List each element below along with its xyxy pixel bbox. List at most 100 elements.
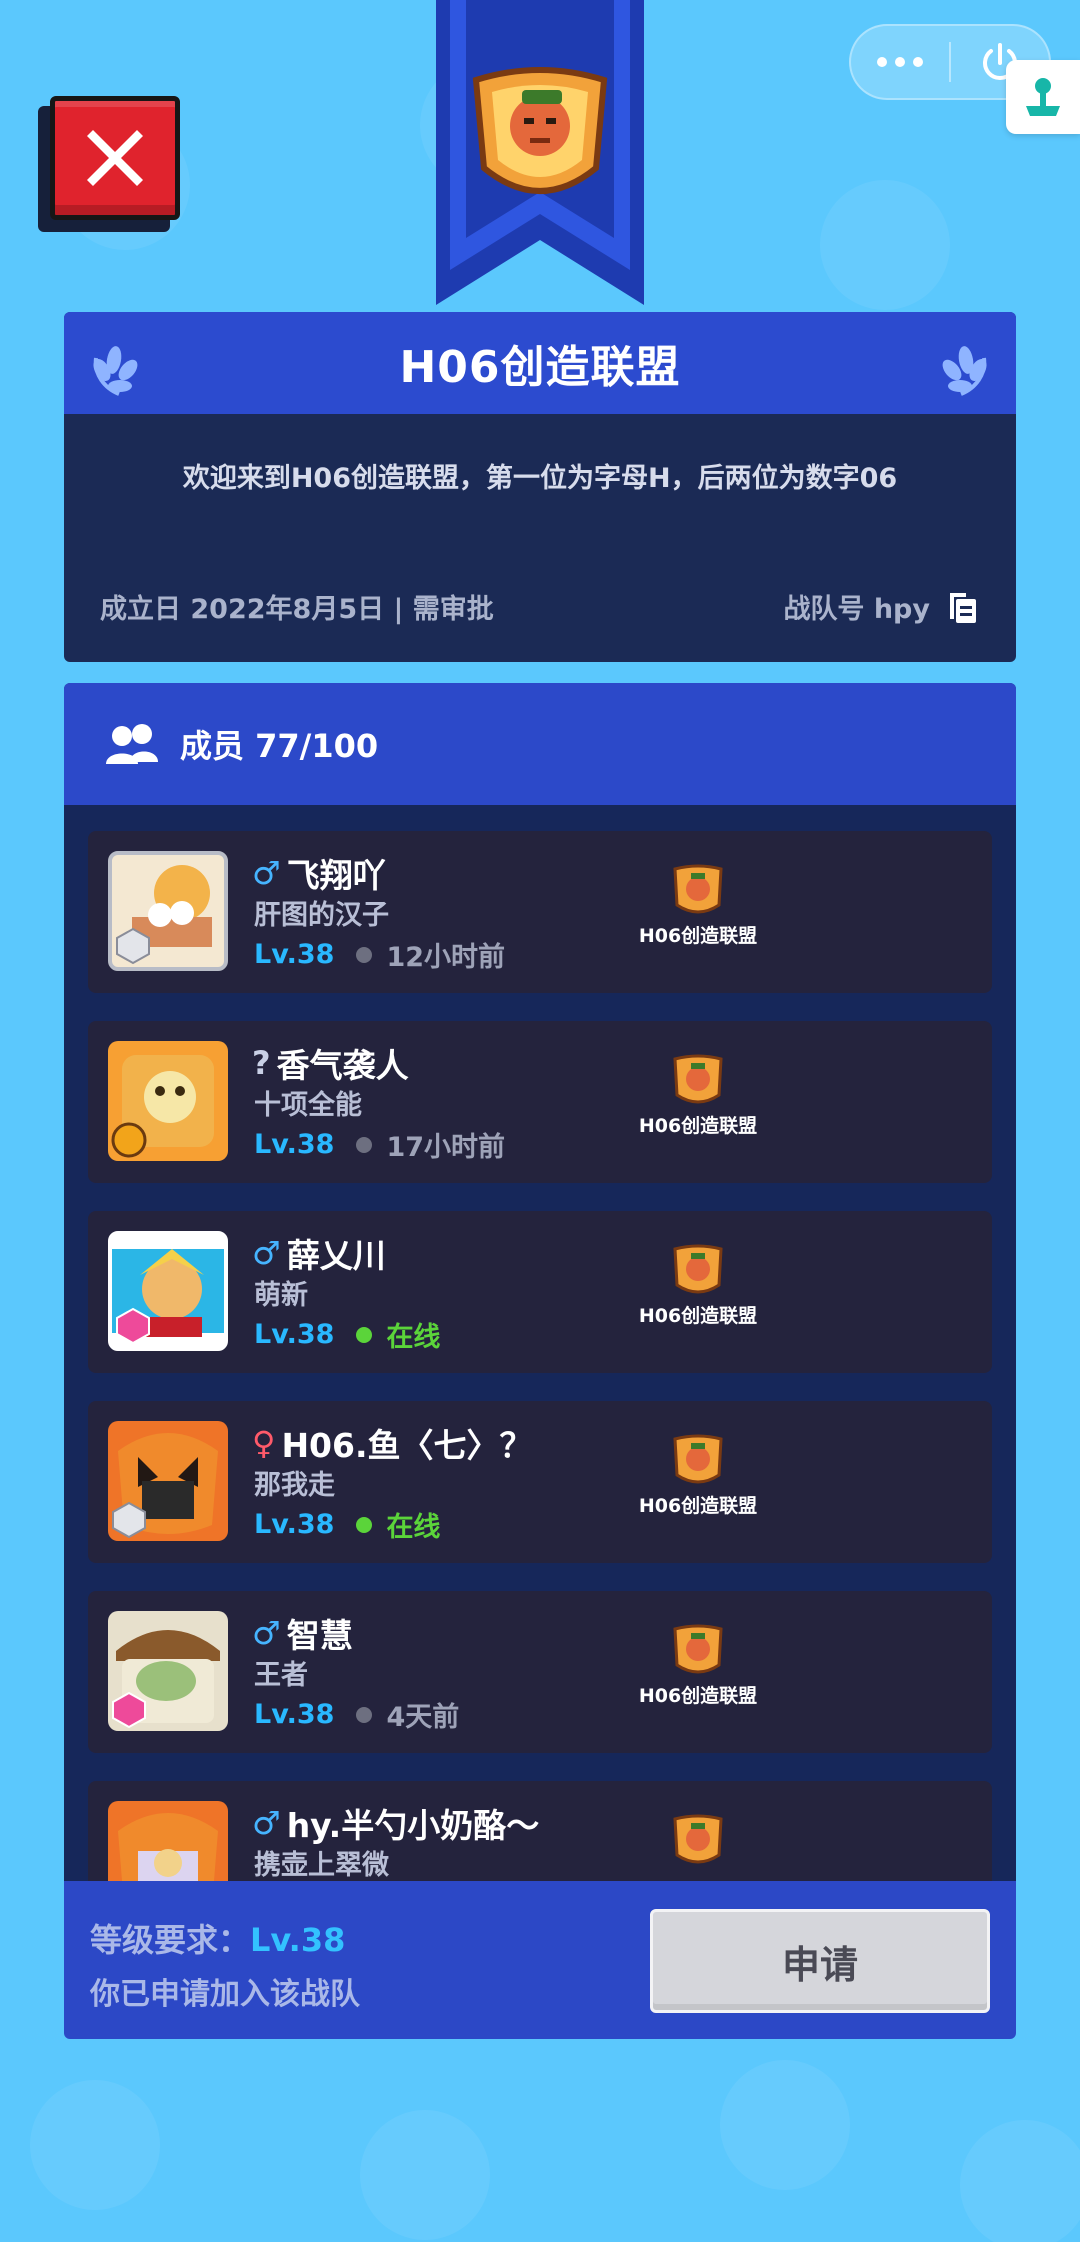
team-id: 战队号 hpy [783, 587, 980, 626]
member-level: Lv.38 [254, 939, 335, 970]
member-status: Lv.38 12小时前 [254, 935, 505, 974]
gender-icon: ♂ [252, 854, 281, 892]
member-title: 十项全能 [254, 1090, 362, 1121]
laurel-icon [942, 346, 987, 396]
gender-icon: ♂ [252, 1614, 281, 1652]
list-item[interactable]: ♀ H06.鱼〈七〉？ 那我走 Lv.38 在线 H06创造联盟 [88, 1401, 992, 1563]
team-emblem-icon [436, 0, 644, 305]
level-requirement-value: Lv.38 [250, 1921, 346, 1959]
rank-badge-icon [116, 927, 150, 965]
avatar [108, 1041, 228, 1161]
list-item[interactable]: ♂ 薛乂川 萌新 Lv.38 在线 H06创造联盟 [88, 1211, 992, 1373]
team-emblem-icon [673, 1434, 723, 1484]
members-count: 成员 77/100 [180, 727, 379, 765]
gender-icon: ♂ [252, 1234, 281, 1272]
member-team-name: H06创造联盟 [638, 1305, 758, 1327]
team-banner [436, 0, 644, 305]
member-status: Lv.38 在线 [254, 1315, 440, 1354]
team-emblem-icon [673, 1814, 723, 1864]
team-meta: 成立日 2022年8月5日 | 需审批 战队号 hpy [100, 587, 980, 626]
member-team: H06创造联盟 [608, 1051, 788, 1138]
member-title: 携壶上翠微 [254, 1850, 389, 1881]
status-dot [356, 1326, 373, 1343]
last-seen: 12小时前 [386, 942, 506, 973]
avatar [108, 1611, 228, 1731]
member-status: Lv.38 在线 [254, 1505, 440, 1544]
level-requirement: 等级要求：Lv.38 [90, 1921, 346, 1959]
member-name: ? 香气袭人 [252, 1044, 409, 1085]
team-emblem-icon [673, 864, 723, 914]
gender-icon: ? [252, 1044, 271, 1082]
member-team: H06创造联盟 [608, 861, 788, 948]
avatar [108, 1421, 228, 1541]
members-header: 成员 77/100 [64, 683, 1016, 805]
member-level: Lv.38 [254, 1509, 335, 1540]
team-emblem-icon [673, 1054, 723, 1104]
list-item[interactable]: ♂ 智慧 王者 Lv.38 4天前 H06创造联盟 [88, 1591, 992, 1753]
member-team [608, 1811, 788, 1869]
member-title: 肝图的汉子 [254, 900, 389, 931]
member-status: Lv.38 17小时前 [254, 1125, 505, 1164]
members-panel: 成员 77/100 ♂ 飞翔吖 肝图的汉子 Lv.38 12小时前 H06创造联… [64, 683, 1016, 1881]
more-dots-icon [877, 57, 923, 67]
member-list[interactable]: ♂ 飞翔吖 肝图的汉子 Lv.38 12小时前 H06创造联盟 ? 香气袭人 十… [88, 831, 992, 1881]
team-description: 欢迎来到H06创造联盟，第一位为字母H，后两位为数字06 [182, 463, 898, 494]
member-team-name: H06创造联盟 [638, 925, 758, 947]
member-team-name: H06创造联盟 [638, 1115, 758, 1137]
close-button[interactable] [38, 96, 182, 232]
copy-icon[interactable] [944, 589, 980, 625]
laurel-icon [93, 346, 138, 396]
team-id-text: 战队号 hpy [783, 594, 930, 625]
status-dot [356, 946, 373, 963]
last-seen: 17小时前 [386, 1132, 506, 1163]
avatar [108, 1231, 228, 1351]
member-title: 王者 [254, 1660, 308, 1691]
more-button[interactable] [851, 26, 949, 98]
gender-icon: ♂ [252, 1804, 281, 1842]
list-item[interactable]: ? 香气袭人 十项全能 Lv.38 17小时前 H06创造联盟 [88, 1021, 992, 1183]
member-title: 萌新 [254, 1280, 308, 1311]
status-dot [356, 1136, 373, 1153]
status-dot [356, 1516, 373, 1533]
member-level: Lv.38 [254, 1129, 335, 1160]
close-x-icon [87, 130, 143, 186]
member-team: H06创造联盟 [608, 1621, 788, 1708]
team-name: H06创造联盟 [399, 342, 681, 393]
rank-badge-icon [116, 1307, 150, 1345]
team-info-card: H06创造联盟 欢迎来到H06创造联盟，第一位为字母H，后两位为数字06 成立日… [64, 312, 1016, 662]
member-name: ♂ 薛乂川 [252, 1234, 386, 1275]
gender-icon: ♀ [252, 1424, 276, 1462]
floating-game-button[interactable] [1006, 60, 1080, 134]
rank-badge-icon [111, 1122, 147, 1158]
member-title: 那我走 [254, 1470, 335, 1501]
last-seen: 4天前 [386, 1702, 460, 1733]
list-item[interactable]: ♂ 飞翔吖 肝图的汉子 Lv.38 12小时前 H06创造联盟 [88, 831, 992, 993]
founded-date: 成立日 2022年8月5日 | 需审批 [100, 594, 494, 625]
member-team-name: H06创造联盟 [638, 1685, 758, 1707]
rank-badge-icon [112, 1691, 146, 1729]
member-name: ♂ 飞翔吖 [252, 854, 386, 895]
avatar [108, 851, 228, 971]
team-title-bar: H06创造联盟 [64, 312, 1016, 414]
team-emblem-icon [673, 1624, 723, 1674]
member-team-name: H06创造联盟 [638, 1495, 758, 1517]
avatar [108, 1801, 228, 1881]
member-name: ♂ hy.半勺小奶酪～ [252, 1804, 540, 1845]
members-icon [106, 724, 158, 764]
joystick-icon [1026, 78, 1060, 116]
apply-button[interactable]: 申请 [650, 1909, 990, 2013]
member-level: Lv.38 [254, 1699, 335, 1730]
member-name: ♀ H06.鱼〈七〉？ [252, 1424, 533, 1465]
member-team: H06创造联盟 [608, 1241, 788, 1328]
status-dot [356, 1706, 373, 1723]
team-emblem-icon [673, 1244, 723, 1294]
online-status: 在线 [386, 1512, 441, 1543]
member-status: Lv.38 4天前 [254, 1695, 459, 1734]
online-status: 在线 [386, 1322, 441, 1353]
apply-footer: 等级要求：Lv.38 你已申请加入该战队 申请 [64, 1881, 1016, 2039]
member-name: ♂ 智慧 [252, 1614, 353, 1655]
member-level: Lv.38 [254, 1319, 335, 1350]
rank-badge-icon [112, 1501, 146, 1539]
member-team: H06创造联盟 [608, 1431, 788, 1518]
list-item[interactable]: ♂ hy.半勺小奶酪～ 携壶上翠微 [88, 1781, 992, 1881]
